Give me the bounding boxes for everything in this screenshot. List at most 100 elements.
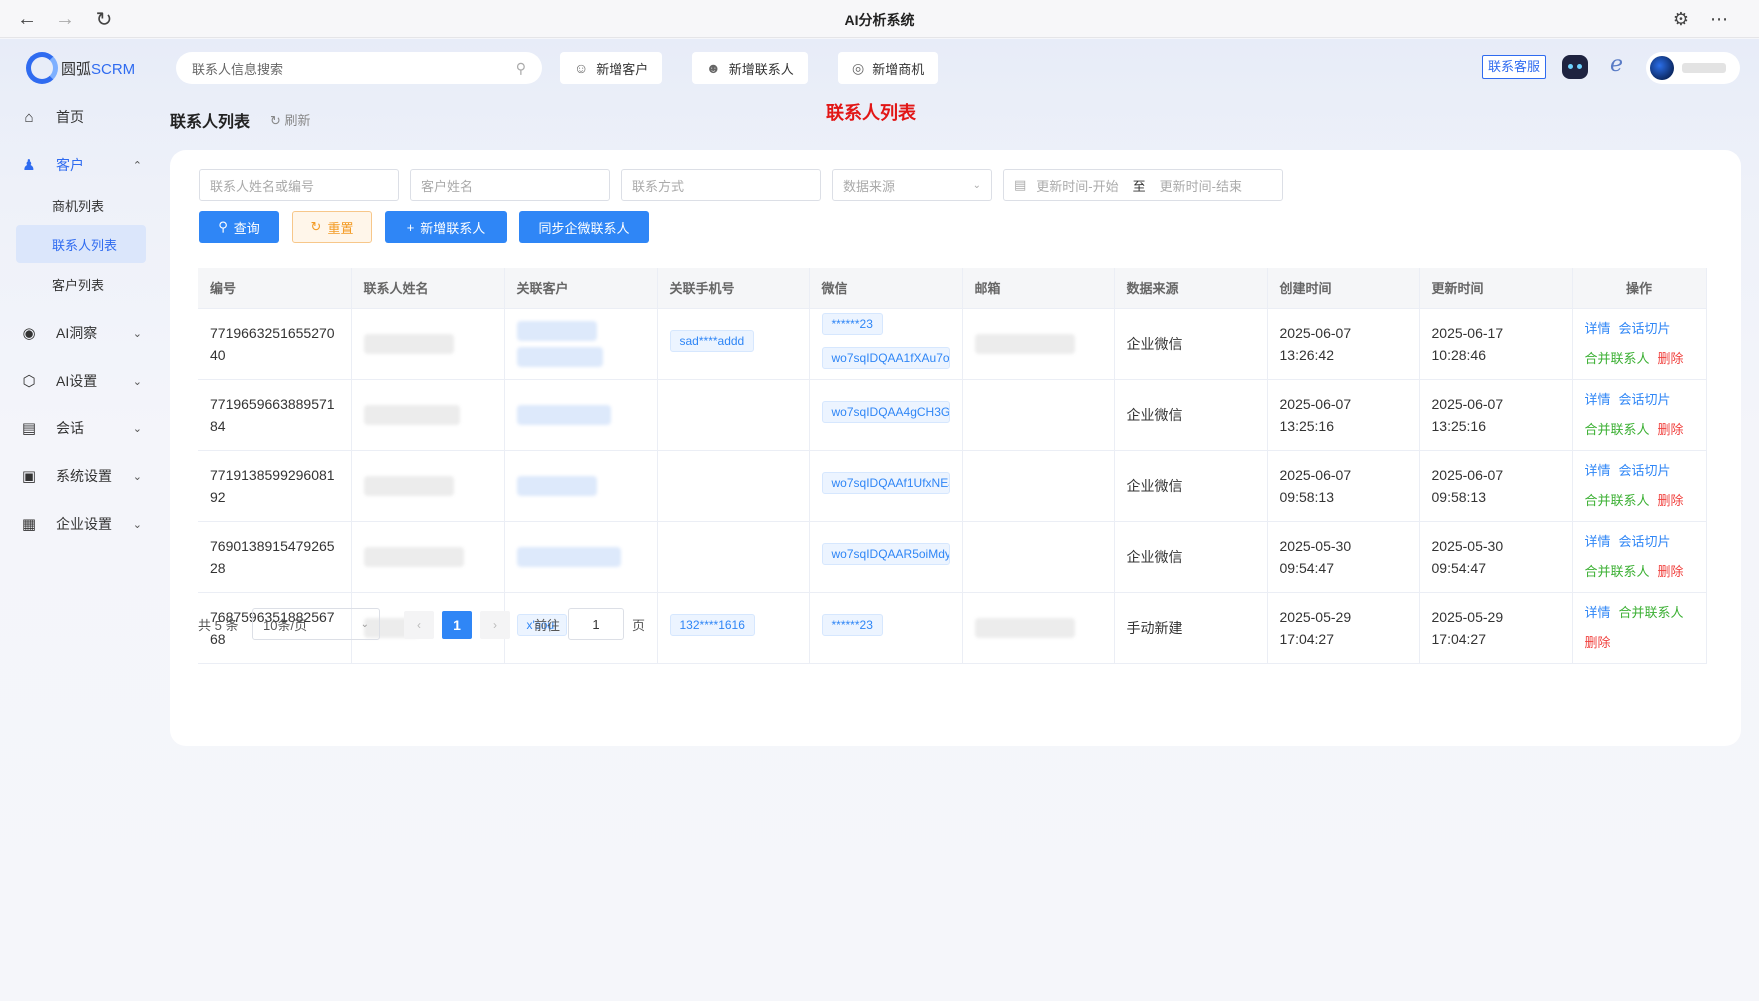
contact-search-input[interactable]: 联系人信息搜索 ⚲ bbox=[176, 52, 542, 84]
contact-name-input[interactable]: 联系人姓名或编号 bbox=[199, 169, 399, 201]
delete-link[interactable]: 删除 bbox=[1585, 635, 1611, 650]
ai-robot-icon[interactable] bbox=[1562, 55, 1588, 79]
contact-id: 771966325165527040 bbox=[198, 308, 352, 380]
search-icon[interactable]: ⚲ bbox=[516, 60, 526, 77]
linked-customer-redacted bbox=[504, 450, 658, 522]
more-icon[interactable]: ⋯ bbox=[1708, 8, 1730, 30]
browser-e-icon[interactable]: e bbox=[1610, 52, 1623, 77]
wechat-tag: wo7sqIDQAAR5oiMdyl bbox=[821, 542, 950, 565]
contact-table: 编号 联系人姓名 关联客户 关联手机号 微信 邮箱 数据来源 创建时间 更新时间… bbox=[198, 268, 1707, 664]
plus-icon: + bbox=[406, 219, 415, 235]
detail-link[interactable]: 详情 bbox=[1585, 321, 1611, 336]
updated-time: 2025-06-17 10:28:46 bbox=[1419, 308, 1573, 380]
reset-icon: ↻ bbox=[310, 219, 322, 234]
created-time: 2025-06-07 13:25:16 bbox=[1267, 379, 1420, 451]
chevron-down-icon: ⌄ bbox=[132, 422, 142, 435]
add-contact-header-button[interactable]: ☻ 新增联系人 bbox=[692, 52, 808, 84]
calendar-icon: ▤ bbox=[1014, 177, 1027, 192]
page-size-select[interactable]: 10条/页 ⌄ bbox=[252, 608, 380, 640]
center-title: 联系人列表 bbox=[826, 103, 916, 123]
delete-link[interactable]: 删除 bbox=[1658, 493, 1684, 508]
sidebar-sub-customer-list[interactable]: 客户列表 bbox=[16, 265, 146, 303]
prev-page-button[interactable]: ‹ bbox=[404, 611, 434, 639]
phone-tag: sad****addd bbox=[669, 329, 755, 352]
contact-name-redacted bbox=[351, 521, 505, 593]
chevron-down-icon: ⌄ bbox=[972, 179, 981, 191]
chevron-left-icon: ‹ bbox=[417, 618, 421, 632]
created-time: 2025-06-07 13:26:42 bbox=[1267, 308, 1420, 380]
add-user-icon: ☺ bbox=[574, 60, 589, 76]
goto-page-input[interactable]: 1 bbox=[568, 608, 625, 640]
sync-wecom-contacts-button[interactable]: 同步企微联系人 bbox=[519, 211, 649, 243]
merge-contact-link[interactable]: 合并联系人 bbox=[1585, 422, 1650, 437]
next-page-button[interactable]: › bbox=[480, 611, 510, 639]
sidebar-item-home[interactable]: ⌂ 首页 bbox=[16, 97, 146, 137]
row-actions: 详情 合并联系人 删除 bbox=[1572, 592, 1707, 664]
wechat-cell: wo7sqIDQAAf1UfxNEJ bbox=[809, 450, 963, 522]
contact-support-button[interactable]: 联系客服 bbox=[1482, 55, 1547, 79]
chevron-down-icon: ⌄ bbox=[132, 518, 142, 531]
sidebar-item-ai-insight[interactable]: ◉ AI洞察 ⌄ bbox=[16, 313, 146, 353]
phone-tag: 132****1616 bbox=[669, 613, 755, 636]
merge-contact-link[interactable]: 合并联系人 bbox=[1619, 605, 1684, 620]
merge-contact-link[interactable]: 合并联系人 bbox=[1585, 493, 1650, 508]
session-slice-link[interactable]: 会话切片 bbox=[1619, 321, 1671, 336]
delete-link[interactable]: 删除 bbox=[1658, 351, 1684, 366]
col-updated-time: 更新时间 bbox=[1419, 268, 1573, 309]
session-slice-link[interactable]: 会话切片 bbox=[1619, 463, 1671, 478]
reset-button[interactable]: ↻ 重置 bbox=[292, 211, 372, 243]
detail-link[interactable]: 详情 bbox=[1585, 605, 1611, 620]
sidebar-item-system-settings[interactable]: ▣ 系统设置 ⌄ bbox=[16, 456, 146, 496]
customer-name-input[interactable]: 客户姓名 bbox=[410, 169, 610, 201]
add-contact-button[interactable]: + 新增联系人 bbox=[385, 211, 507, 243]
sidebar-item-customer[interactable]: ♟ 客户 ⌃ bbox=[16, 145, 146, 185]
data-source-select[interactable]: 数据来源 ⌄ bbox=[832, 169, 992, 201]
data-source: 企业微信 bbox=[1114, 450, 1268, 522]
users-icon: ♟ bbox=[22, 157, 36, 174]
table-row: 771965966388957184 wo7sqIDQAA4gCH3G1 企业微… bbox=[198, 379, 1707, 451]
updated-time: 2025-06-07 09:58:13 bbox=[1419, 450, 1573, 522]
contact-method-input[interactable]: 联系方式 bbox=[621, 169, 821, 201]
logo[interactable]: 圆弧SCRM bbox=[26, 50, 135, 86]
update-time-range-picker[interactable]: ▤ 更新时间-开始 至 更新时间-结束 bbox=[1003, 169, 1283, 201]
row-actions: 详情 会话切片 合并联系人 删除 bbox=[1572, 521, 1707, 593]
detail-link[interactable]: 详情 bbox=[1585, 463, 1611, 478]
title-bar: ← → ↻ AI分析系统 ⚙ ⋯ bbox=[0, 0, 1759, 38]
delete-link[interactable]: 删除 bbox=[1658, 422, 1684, 437]
detail-link[interactable]: 详情 bbox=[1585, 534, 1611, 549]
session-slice-link[interactable]: 会话切片 bbox=[1619, 392, 1671, 407]
session-slice-link[interactable]: 会话切片 bbox=[1619, 534, 1671, 549]
col-linked-customer: 关联客户 bbox=[504, 268, 658, 309]
page-number-current[interactable]: 1 bbox=[442, 611, 472, 639]
delete-link[interactable]: 删除 bbox=[1658, 564, 1684, 579]
merge-contact-link[interactable]: 合并联系人 bbox=[1585, 564, 1650, 579]
wechat-tag: ******23 bbox=[821, 613, 883, 636]
sidebar-sub-contact-list[interactable]: 联系人列表 bbox=[16, 225, 146, 263]
opportunity-icon: ◎ bbox=[852, 59, 865, 76]
sidebar-item-enterprise-settings[interactable]: ▦ 企业设置 ⌄ bbox=[16, 504, 146, 544]
add-customer-button[interactable]: ☺ 新增客户 bbox=[560, 52, 663, 84]
sidebar-sub-opportunity-list[interactable]: 商机列表 bbox=[16, 186, 146, 224]
chevron-down-icon: ⌄ bbox=[132, 375, 142, 388]
user-menu[interactable] bbox=[1646, 52, 1740, 84]
col-email: 邮箱 bbox=[962, 268, 1115, 309]
detail-link[interactable]: 详情 bbox=[1585, 392, 1611, 407]
refresh-button[interactable]: ↻ 刷新 bbox=[270, 110, 311, 129]
extension-icon[interactable]: ⚙ bbox=[1670, 8, 1692, 30]
updated-time: 2025-05-30 09:54:47 bbox=[1419, 521, 1573, 593]
table-row: 771913859929608192 wo7sqIDQAAf1UfxNEJ 企业… bbox=[198, 450, 1707, 522]
linked-phone bbox=[657, 521, 810, 593]
row-actions: 详情 会话切片 合并联系人 删除 bbox=[1572, 450, 1707, 522]
add-opportunity-button[interactable]: ◎ 新增商机 bbox=[838, 52, 939, 84]
merge-contact-link[interactable]: 合并联系人 bbox=[1585, 351, 1650, 366]
pagination-total: 共 5 条 bbox=[198, 617, 239, 633]
sidebar-item-chat[interactable]: ▤ 会话 ⌄ bbox=[16, 408, 146, 448]
col-id: 编号 bbox=[198, 268, 352, 309]
sidebar-item-ai-settings[interactable]: ⬡ AI设置 ⌄ bbox=[16, 361, 146, 401]
col-actions: 操作 bbox=[1572, 268, 1707, 309]
wechat-cell: ******23 wo7sqIDQAA1fXAu7ov bbox=[809, 308, 963, 380]
data-source: 企业微信 bbox=[1114, 521, 1268, 593]
query-button[interactable]: ⚲ 查询 bbox=[199, 211, 279, 243]
insight-icon: ◉ bbox=[22, 325, 36, 342]
wechat-cell: wo7sqIDQAAR5oiMdyl bbox=[809, 521, 963, 593]
